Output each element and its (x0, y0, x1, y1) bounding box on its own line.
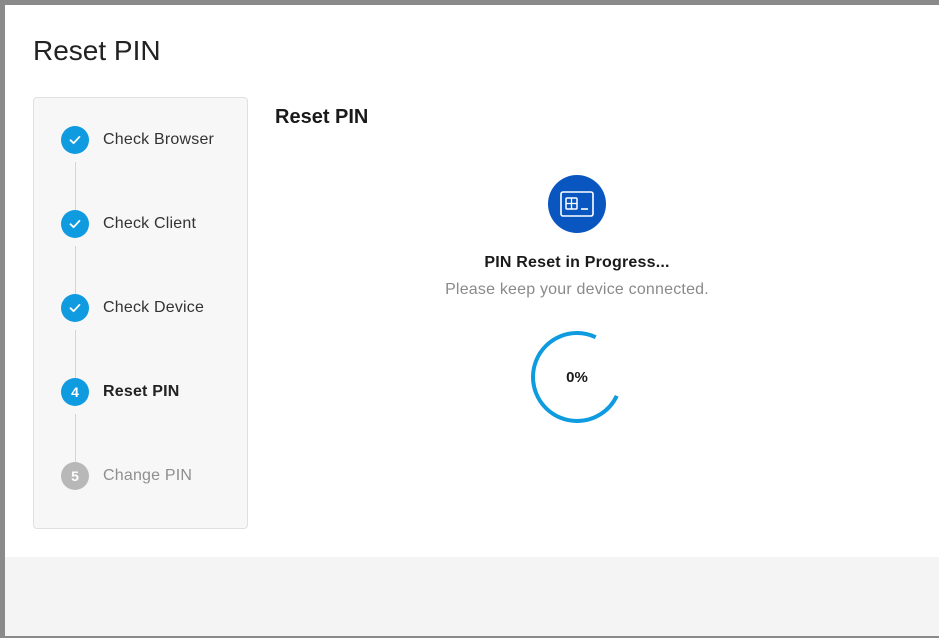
step-reset-pin: 4 Reset PIN (61, 378, 180, 406)
check-icon (61, 126, 89, 154)
dialog-footer (5, 557, 939, 636)
step-check-browser: Check Browser (61, 126, 214, 154)
stepper: Check Browser Check Client Check Device … (33, 97, 248, 529)
progress-percent: 0% (566, 368, 588, 386)
step-number: 4 (61, 378, 89, 406)
dialog-title: Reset PIN (33, 35, 161, 66)
smart-card-icon (548, 175, 606, 233)
check-icon (61, 294, 89, 322)
step-check-device: Check Device (61, 294, 204, 322)
progress-ring: 0% (529, 329, 625, 425)
step-label: Check Browser (103, 131, 215, 148)
check-icon (61, 210, 89, 238)
reset-pin-dialog: Reset PIN Check Browser Check Client Che… (5, 5, 939, 636)
step-change-pin: 5 Change PIN (61, 462, 192, 490)
step-label: Reset PIN (103, 383, 180, 400)
step-label: Change PIN (103, 467, 193, 484)
content-title: Reset PIN (275, 106, 369, 128)
step-label: Check Device (103, 299, 205, 316)
step-check-client: Check Client (61, 210, 196, 238)
step-number: 5 (61, 462, 89, 490)
status-title: PIN Reset in Progress... (484, 254, 670, 271)
step-label: Check Client (103, 215, 197, 232)
status-subtitle: Please keep your device connected. (445, 281, 709, 298)
